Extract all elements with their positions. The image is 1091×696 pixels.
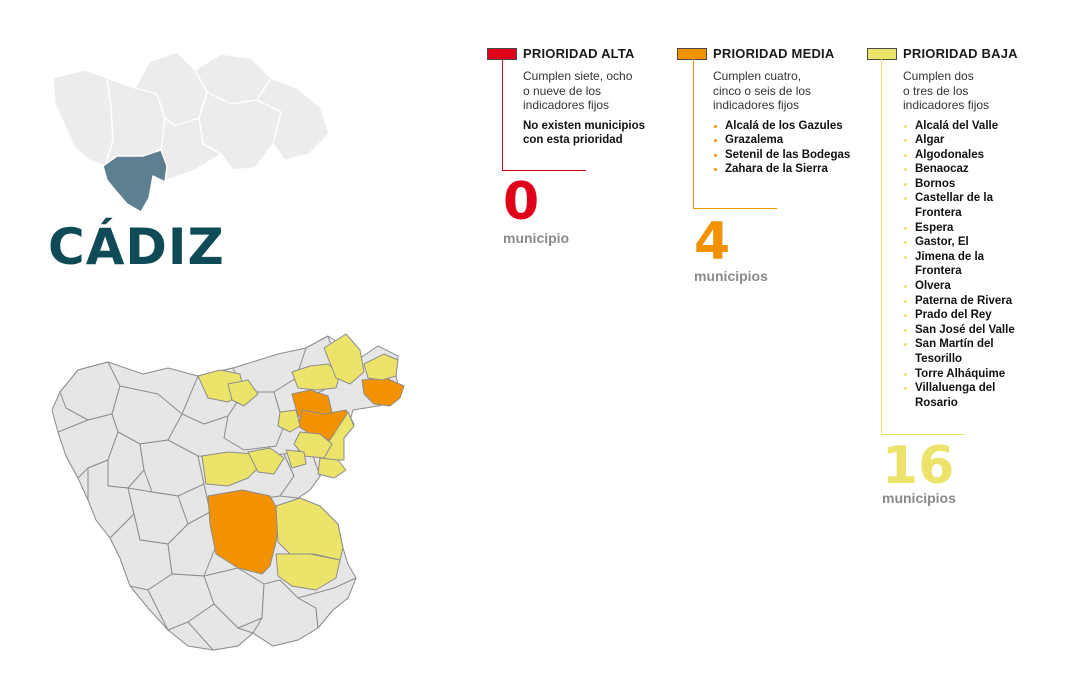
leader-line-alta bbox=[502, 58, 503, 170]
leader-line-media bbox=[693, 58, 694, 208]
municipality-list-item: Torre Alháquime bbox=[903, 367, 1025, 382]
legend-description-alta: Cumplen siete, ocho o nueve de los indic… bbox=[523, 69, 633, 112]
municipality-list-baja: Alcalá del Valle Algar Algodonales Benaocaz… bbox=[903, 119, 1025, 411]
legend-column-baja: PRIORIDAD BAJA Cumplen dos o tres de los… bbox=[867, 46, 1047, 410]
count-media: 4 bbox=[694, 212, 731, 272]
province-title: CÁDIZ bbox=[48, 218, 225, 276]
municipality-list-item: Bornos bbox=[903, 177, 1025, 192]
municipality-list-item: Villaluenga del Rosario bbox=[903, 381, 1025, 410]
locator-region-huelva bbox=[52, 69, 114, 167]
count-label-media: municipios bbox=[694, 268, 768, 284]
municipality-list-item: San José del Valle bbox=[903, 323, 1025, 338]
legend-header-media: PRIORIDAD MEDIA bbox=[677, 46, 867, 61]
leader-line-alta-horizontal bbox=[502, 170, 586, 171]
municipality-list-media: Alcalá de los Gazules Grazalema Setenil de… bbox=[713, 119, 867, 177]
swatch-baja bbox=[867, 47, 897, 60]
municipality-list-item: Algar bbox=[903, 133, 1025, 148]
leader-line-media-horizontal bbox=[693, 208, 777, 209]
municipality-list-item: Zahara de la Sierra bbox=[713, 162, 867, 177]
legend-description-media: Cumplen cuatro, cinco o seis de los indi… bbox=[713, 69, 812, 112]
swatch-media bbox=[677, 47, 707, 60]
municipality-baja bbox=[275, 497, 344, 561]
leader-line-baja-horizontal bbox=[881, 434, 965, 435]
municipality-list-item: Jimena de la Frontera bbox=[903, 250, 1025, 279]
andalucia-locator-map bbox=[52, 51, 330, 213]
municipality-list-item: Setenil de las Bodegas bbox=[713, 148, 867, 163]
legend-column-media: PRIORIDAD MEDIA Cumplen cuatro, cinco o … bbox=[677, 46, 867, 177]
municipality-list-item: Alcalá del Valle bbox=[903, 119, 1025, 134]
municipality-list-item: Grazalema bbox=[713, 133, 867, 148]
leader-line-baja bbox=[881, 58, 882, 434]
legend-title-baja: PRIORIDAD BAJA bbox=[903, 46, 1018, 61]
cadiz-municipalities-map bbox=[51, 333, 405, 651]
municipality-list-item: San Martín del Tesorillo bbox=[903, 337, 1025, 366]
municipality-list-item: Alcalá de los Gazules bbox=[713, 119, 867, 134]
legend-title-alta: PRIORIDAD ALTA bbox=[523, 46, 635, 61]
municipality-list-item: Espera bbox=[903, 221, 1025, 236]
legend-column-alta: PRIORIDAD ALTA Cumplen siete, ocho o nue… bbox=[487, 46, 667, 148]
municipality-list-item: Paterna de Rivera bbox=[903, 294, 1025, 309]
municipality-list-item: Castellar de la Frontera bbox=[903, 191, 1025, 220]
legend-header-alta: PRIORIDAD ALTA bbox=[487, 46, 667, 61]
count-label-alta: municipio bbox=[503, 230, 570, 246]
legend-description-baja: Cumplen dos o tres de los indicadores fi… bbox=[903, 69, 990, 112]
municipality-list-item: Gastor, El bbox=[903, 235, 1025, 250]
municipality-list-item: Benaocaz bbox=[903, 162, 1025, 177]
count-alta: 0 bbox=[503, 172, 540, 232]
legend-note-alta: No existen municipios con esta prioridad bbox=[523, 119, 646, 147]
count-label-baja: municipios bbox=[882, 490, 956, 506]
count-baja: 16 bbox=[882, 436, 955, 496]
municipality-list-item: Prado del Rey bbox=[903, 308, 1025, 323]
legend-title-media: PRIORIDAD MEDIA bbox=[713, 46, 835, 61]
legend-header-baja: PRIORIDAD BAJA bbox=[867, 46, 1047, 61]
locator-region-cadiz bbox=[102, 149, 168, 213]
municipality-list-item: Algodonales bbox=[903, 148, 1025, 163]
municipality-list-item: Olvera bbox=[903, 279, 1025, 294]
municipality-baja bbox=[317, 457, 347, 479]
